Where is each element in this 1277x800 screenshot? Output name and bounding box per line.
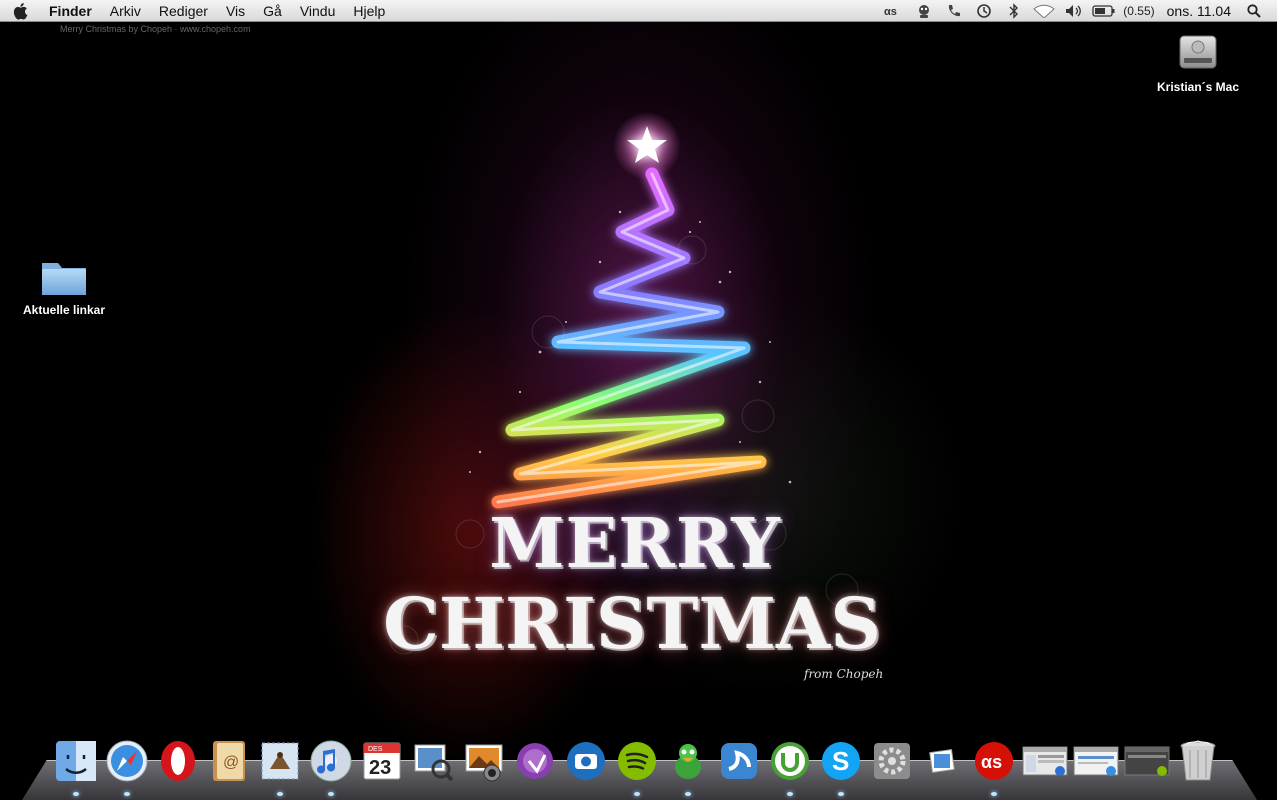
safari-icon: [106, 740, 147, 782]
hard-drive-icon: [1179, 35, 1217, 69]
dock-front-row[interactable]: [509, 736, 560, 786]
spotify-icon: [617, 742, 656, 780]
menu-rediger[interactable]: Rediger: [150, 0, 217, 22]
battery-icon[interactable]: [1089, 0, 1119, 22]
utorrent-icon: [770, 742, 809, 780]
dock-spotify[interactable]: [611, 736, 662, 796]
menu-bar: Finder Arkiv Rediger Vis Gå Vindu Hjelp …: [0, 0, 1277, 22]
minimized-window-icon: [1124, 746, 1169, 776]
dock-preview[interactable]: [407, 736, 458, 786]
lastfm-icon[interactable]: αs: [879, 0, 909, 22]
menu-clock[interactable]: ons. 11.04: [1159, 3, 1239, 19]
dock-picture-stack[interactable]: [917, 736, 968, 786]
minimized-window-icon: [1022, 746, 1067, 776]
itunes-icon: [310, 740, 351, 782]
menu-finder[interactable]: Finder: [40, 0, 101, 22]
bluetooth-icon[interactable]: [999, 0, 1029, 22]
neon-christmas-tree: [389, 112, 859, 655]
gear-icon: [873, 743, 910, 779]
apple-menu-icon[interactable]: [0, 0, 40, 22]
dock-adium[interactable]: [662, 736, 713, 796]
camera-icon: [566, 742, 605, 780]
dock-mail[interactable]: [254, 736, 305, 796]
dock-ical[interactable]: DES 23: [356, 736, 407, 786]
minimized-window-icon: [1073, 746, 1118, 776]
dock-utorrent[interactable]: [764, 736, 815, 796]
spotlight-icon[interactable]: [1239, 0, 1269, 22]
wifi-icon[interactable]: [1029, 0, 1059, 22]
skype-icon: S: [821, 742, 860, 780]
menu-arkiv[interactable]: Arkiv: [101, 0, 150, 22]
address-book-icon: @: [212, 741, 245, 781]
dock-minimized-itunes[interactable]: [1019, 736, 1070, 786]
mail-icon: [261, 742, 298, 780]
menu-vindu[interactable]: Vindu: [291, 0, 345, 22]
dock-minimized-safari[interactable]: [1070, 736, 1121, 786]
svg-text:23: 23: [369, 757, 391, 779]
time-machine-icon[interactable]: [969, 0, 999, 22]
volume-icon[interactable]: [1059, 0, 1089, 22]
opera-icon: [160, 741, 195, 781]
textwrangler-icon: [720, 743, 757, 779]
dock-iphoto[interactable]: [458, 736, 509, 786]
front-row-icon: [516, 743, 553, 779]
menu-vis[interactable]: Vis: [217, 0, 254, 22]
iphoto-icon: [465, 744, 502, 782]
folder-icon: [42, 263, 86, 295]
picture-stack-icon: [928, 749, 955, 773]
adium-duck-icon: [674, 744, 701, 779]
dock-finder[interactable]: [50, 736, 101, 796]
phone-icon[interactable]: [939, 0, 969, 22]
dock-itunes[interactable]: [305, 736, 356, 796]
desktop-icon-hard-drive[interactable]: Kristian´s Mac: [1143, 28, 1253, 94]
finder-icon: [55, 741, 96, 781]
menu-ga[interactable]: Gå: [254, 0, 291, 22]
preview-icon: [414, 744, 453, 782]
dock-address-book[interactable]: @: [203, 736, 254, 786]
svg-text:αs: αs: [884, 6, 897, 17]
adium-duck-icon[interactable]: [909, 0, 939, 22]
dock-minimized-spotify[interactable]: [1121, 736, 1172, 786]
dock-trash[interactable]: [1172, 736, 1223, 786]
svg-text:@: @: [223, 754, 239, 771]
christmas-text: CHRISTMAS: [383, 582, 881, 665]
wallpaper-signature: from Chopeh: [804, 667, 884, 681]
battery-time[interactable]: (0.55): [1119, 4, 1158, 18]
ical-icon: DES 23: [363, 742, 400, 780]
desktop-icon-folder[interactable]: Aktuelle linkar: [9, 255, 119, 317]
dock: @ DES 23 S αs: [50, 736, 1223, 796]
menu-hjelp[interactable]: Hjelp: [344, 0, 394, 22]
desktop-wallpaper: Merry Christmas by Chopeh · www.chopeh.c…: [0, 22, 1277, 800]
svg-text:DES: DES: [368, 746, 383, 753]
dock-skype[interactable]: S: [815, 736, 866, 796]
dock-system-preferences[interactable]: [866, 736, 917, 786]
lastfm-icon: αs: [974, 742, 1013, 780]
dock-safari[interactable]: [101, 736, 152, 796]
dock-lastfm[interactable]: αs: [968, 736, 1019, 796]
dock-photo-booth[interactable]: [560, 736, 611, 786]
svg-text:S: S: [832, 746, 849, 776]
status-menus: αs (0.55) ons. 11.04: [879, 0, 1277, 22]
desktop-icon-label: Aktuelle linkar: [22, 303, 106, 317]
trash-icon: [1180, 740, 1215, 781]
dock-textwrangler[interactable]: [713, 736, 764, 786]
svg-text:αs: αs: [981, 752, 1002, 772]
desktop-icon-label: Kristian´s Mac: [1156, 80, 1240, 94]
merry-text: MERRY: [489, 504, 781, 584]
tree-spiral: [491, 167, 767, 509]
dock-opera[interactable]: [152, 736, 203, 786]
